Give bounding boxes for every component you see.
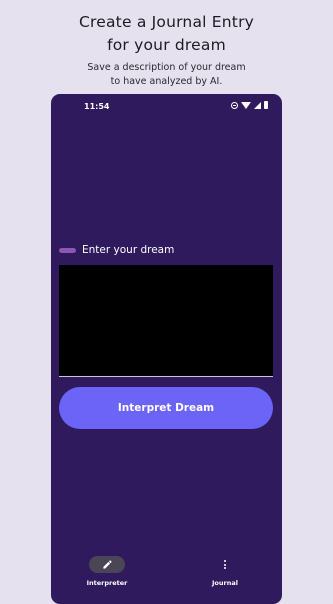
label-pill-icon — [59, 247, 76, 253]
nav-inactive-indicator — [207, 556, 243, 573]
promo-subline-line-2: to have analyzed by AI. — [110, 76, 223, 87]
bottom-nav: Interpreter Journal — [51, 552, 282, 604]
wifi-icon — [241, 101, 251, 109]
dream-field-label-row: Enter your dream — [59, 244, 174, 256]
promo-subline: Save a description of your dream to have… — [0, 61, 333, 89]
status-time: 11:54 — [84, 102, 110, 111]
interpret-dream-button[interactable]: Interpret Dream — [59, 387, 273, 429]
signal-icon — [254, 101, 261, 109]
nav-label-interpreter: Interpreter — [86, 579, 128, 587]
promo-headline: Create a Journal Entry for your dream — [0, 11, 333, 57]
pencil-icon — [102, 560, 112, 569]
dream-field-label: Enter your dream — [82, 244, 175, 256]
dream-input[interactable] — [59, 265, 273, 377]
phone-screen: 11:54 Enter your dream Interpret Dream I… — [51, 94, 282, 604]
nav-item-interpreter[interactable]: Interpreter — [57, 556, 157, 587]
nav-label-journal: Journal — [212, 579, 238, 587]
status-icons — [231, 101, 268, 109]
more-vert-icon — [224, 560, 226, 569]
nav-item-journal[interactable]: Journal — [175, 556, 275, 587]
promo-headline-line-2: for your dream — [107, 36, 226, 54]
promo-subline-line-1: Save a description of your dream — [87, 62, 246, 73]
promo-headline-line-1: Create a Journal Entry — [78, 13, 255, 31]
battery-icon — [264, 101, 268, 109]
do-not-disturb-icon — [231, 101, 238, 109]
nav-active-indicator — [89, 556, 125, 573]
